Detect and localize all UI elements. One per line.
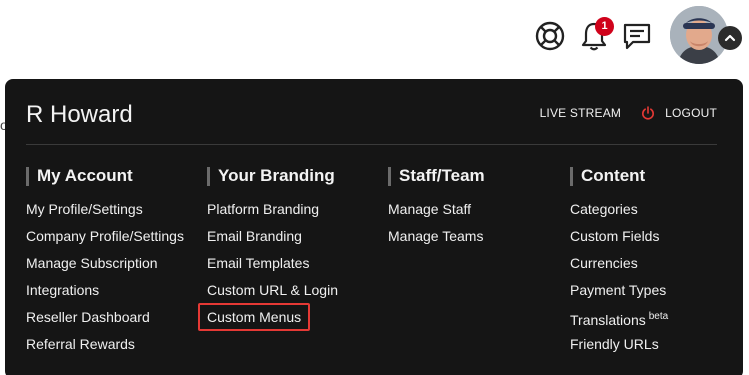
menu-link-reseller-dashboard[interactable]: Reseller Dashboard [26, 309, 150, 325]
help-lifebuoy-button[interactable] [532, 18, 568, 54]
menu-link-manage-subscription[interactable]: Manage Subscription [26, 255, 158, 271]
live-stream-link[interactable]: LIVE STREAM [540, 106, 622, 120]
chat-icon [623, 23, 651, 50]
column-heading: Staff/Team [388, 165, 485, 187]
messages-button[interactable] [619, 18, 655, 54]
menu-link-referral-rewards[interactable]: Referral Rewards [26, 336, 135, 352]
notifications-button[interactable]: 1 [576, 17, 614, 54]
top-bar: 1 [0, 0, 749, 78]
menu-link-categories[interactable]: Categories [570, 201, 638, 217]
user-name: R Howard [26, 101, 133, 128]
heading-accent-bar [570, 166, 573, 186]
menu-link-company-profile-settings[interactable]: Company Profile/Settings [26, 228, 184, 244]
column-staff-team: Staff/Team Manage Staff Manage Teams [388, 165, 485, 254]
menu-link-manage-teams[interactable]: Manage Teams [388, 228, 483, 244]
translations-label: Translations [570, 311, 646, 328]
menu-link-manage-staff[interactable]: Manage Staff [388, 201, 471, 217]
column-my-account: My Account My Profile/Settings Company P… [26, 165, 184, 362]
heading-accent-bar [388, 166, 391, 186]
column-title-staff-team: Staff/Team [399, 166, 485, 185]
menu-divider [26, 144, 717, 145]
menu-header-actions: LIVE STREAM LOGOUT [540, 106, 717, 120]
column-heading: Your Branding [207, 165, 338, 187]
menu-link-payment-types[interactable]: Payment Types [570, 282, 666, 298]
menu-link-custom-url-login[interactable]: Custom URL & Login [207, 282, 338, 298]
collapse-menu-button[interactable] [718, 26, 742, 50]
column-heading: Content [570, 165, 668, 187]
logout-button[interactable]: LOGOUT [641, 106, 717, 120]
logout-label: LOGOUT [665, 106, 717, 120]
menu-link-custom-menus[interactable]: Custom Menus [198, 303, 311, 331]
column-heading: My Account [26, 165, 184, 187]
menu-link-email-branding[interactable]: Email Branding [207, 228, 302, 244]
menu-link-my-profile-settings[interactable]: My Profile/Settings [26, 201, 143, 217]
heading-accent-bar [26, 166, 29, 186]
menu-link-currencies[interactable]: Currencies [570, 255, 638, 271]
column-title-my-account: My Account [37, 166, 133, 185]
beta-badge: beta [648, 311, 669, 322]
power-icon [642, 106, 655, 120]
notification-count-badge: 1 [595, 17, 614, 36]
account-dropdown-menu: R Howard LIVE STREAM LOGOUT My Account M… [5, 79, 743, 375]
chevron-up-icon [724, 34, 736, 42]
menu-link-translations[interactable]: Translations beta [570, 311, 669, 328]
column-content: Content Categories Custom Fields Currenc… [570, 165, 668, 362]
menu-link-email-templates[interactable]: Email Templates [207, 255, 309, 271]
menu-link-platform-branding[interactable]: Platform Branding [207, 201, 319, 217]
menu-link-custom-fields[interactable]: Custom Fields [570, 228, 659, 244]
column-title-your-branding: Your Branding [218, 166, 335, 185]
heading-accent-bar [207, 166, 210, 186]
column-your-branding: Your Branding Platform Branding Email Br… [198, 165, 338, 335]
menu-link-friendly-urls[interactable]: Friendly URLs [570, 336, 659, 352]
column-title-content: Content [581, 166, 646, 185]
lifebuoy-icon [535, 21, 565, 51]
menu-link-integrations[interactable]: Integrations [26, 282, 99, 298]
